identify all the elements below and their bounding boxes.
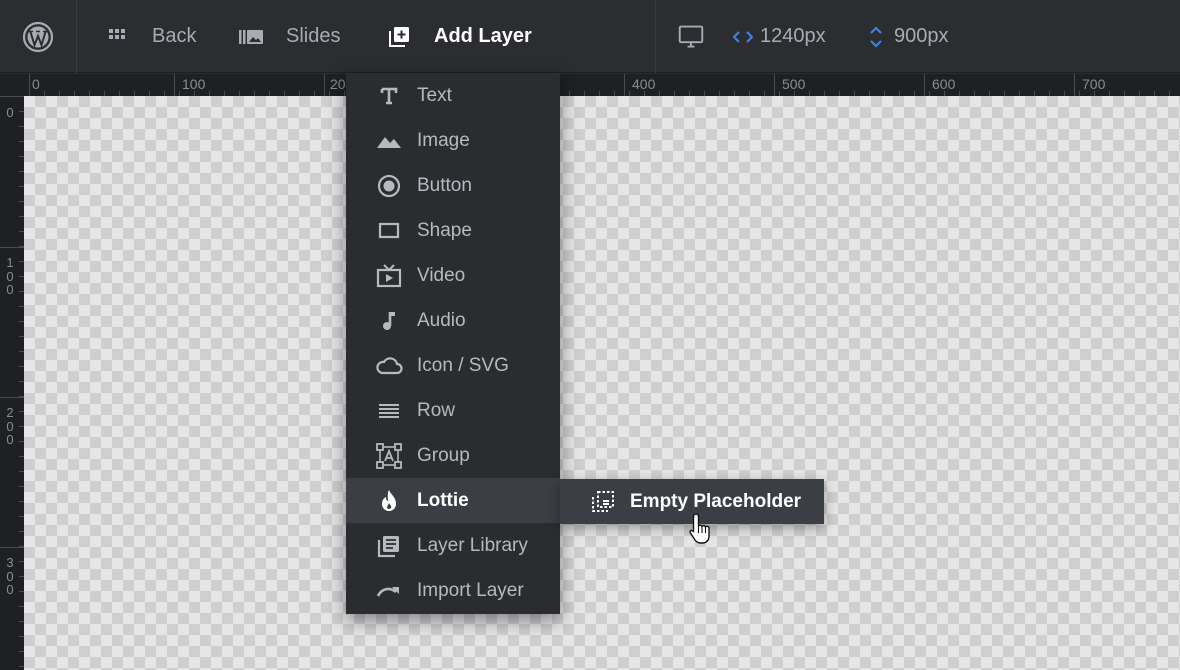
slides-library-icon xyxy=(238,24,264,50)
width-setting[interactable]: 1240px xyxy=(732,0,826,73)
ruler-left-label: 1 0 0 xyxy=(6,255,14,297)
slides-button[interactable]: Slides xyxy=(238,0,340,73)
tv-play-icon xyxy=(375,262,403,290)
toolbar-divider xyxy=(655,0,656,73)
ruler-top-label: 0 xyxy=(32,76,40,92)
back-label: Back xyxy=(152,25,197,47)
rows-icon xyxy=(375,397,403,425)
ruler-left[interactable]: 0 1 0 0 2 0 0 3 0 0 xyxy=(0,96,24,670)
cloud-icon xyxy=(375,352,403,380)
ruler-top-label: 400 xyxy=(632,76,656,92)
back-button[interactable]: Back xyxy=(104,0,196,73)
slides-label: Slides xyxy=(286,25,341,47)
menu-item-icon-svg[interactable]: Icon / SVG xyxy=(346,343,560,388)
menu-item-import-layer[interactable]: Import Layer xyxy=(346,568,560,613)
wordpress-logo-button[interactable] xyxy=(0,0,77,73)
ruler-top-label: 500 xyxy=(782,76,806,92)
grid-icon xyxy=(104,24,130,50)
image-mountain-icon xyxy=(375,127,403,155)
width-value: 1240px xyxy=(760,25,826,47)
ruler-left-label: 3 0 0 xyxy=(6,555,14,597)
height-value: 900px xyxy=(894,25,949,47)
menu-item-label: Icon / SVG xyxy=(417,354,509,376)
flame-icon xyxy=(375,487,403,515)
menu-item-label: Text xyxy=(417,84,452,106)
add-layer-menu: Text Image Button Shape Video Audio Icon… xyxy=(346,73,560,614)
menu-item-label: Import Layer xyxy=(417,579,524,601)
music-note-icon xyxy=(375,307,403,335)
vertical-arrows-icon xyxy=(864,24,888,50)
library-icon xyxy=(375,532,403,560)
rectangle-icon xyxy=(375,217,403,245)
slide-canvas[interactable] xyxy=(24,96,1180,670)
add-layer-button[interactable]: Add Layer xyxy=(386,0,532,73)
menu-item-lottie[interactable]: Lottie xyxy=(346,478,560,523)
menu-item-button[interactable]: Button xyxy=(346,163,560,208)
menu-item-label: Layer Library xyxy=(417,534,528,556)
height-setting[interactable]: 900px xyxy=(864,0,949,73)
wordpress-icon xyxy=(22,21,54,52)
radio-button-icon xyxy=(375,172,403,200)
dashed-placeholder-icon xyxy=(589,488,617,516)
ruler-left-label: 0 xyxy=(6,105,14,120)
ruler-top-label: 20 xyxy=(330,76,346,92)
group-text-icon xyxy=(375,442,403,470)
menu-item-label: Row xyxy=(417,399,456,421)
text-icon xyxy=(375,82,403,110)
menu-item-label: Group xyxy=(417,444,470,466)
menu-item-label: Button xyxy=(417,174,472,196)
menu-item-shape[interactable]: Shape xyxy=(346,208,560,253)
add-layer-icon xyxy=(386,24,412,50)
add-layer-label: Add Layer xyxy=(434,25,532,47)
menu-item-label: Image xyxy=(417,129,470,151)
submenu-label: Empty Placeholder xyxy=(630,490,802,512)
menu-item-image[interactable]: Image xyxy=(346,118,560,163)
menu-item-layer-library[interactable]: Layer Library xyxy=(346,523,560,568)
code-arrows-icon xyxy=(732,24,754,50)
redo-arrow-icon xyxy=(375,577,403,605)
top-toolbar: Back Slides Add Layer 1240px 900px xyxy=(0,0,1180,73)
menu-item-row[interactable]: Row xyxy=(346,388,560,433)
device-switch-button[interactable] xyxy=(678,0,704,73)
menu-item-group[interactable]: Group xyxy=(346,433,560,478)
menu-item-label: Shape xyxy=(417,219,472,241)
ruler-corner xyxy=(0,74,24,98)
menu-item-text[interactable]: Text xyxy=(346,73,560,118)
ruler-top-label: 100 xyxy=(182,76,206,92)
menu-item-label: Lottie xyxy=(417,489,469,511)
ruler-top-label: 700 xyxy=(1082,76,1106,92)
hand-pointer-cursor-icon xyxy=(688,512,718,551)
ruler-left-label: 2 0 0 xyxy=(6,405,14,447)
ruler-top[interactable]: 0 100 20 400 500 600 700 xyxy=(24,74,1180,96)
menu-item-audio[interactable]: Audio xyxy=(346,298,560,343)
desktop-icon xyxy=(678,24,704,50)
ruler-top-label: 600 xyxy=(932,76,956,92)
menu-item-label: Video xyxy=(417,264,466,286)
menu-item-label: Audio xyxy=(417,309,466,331)
menu-item-video[interactable]: Video xyxy=(346,253,560,298)
